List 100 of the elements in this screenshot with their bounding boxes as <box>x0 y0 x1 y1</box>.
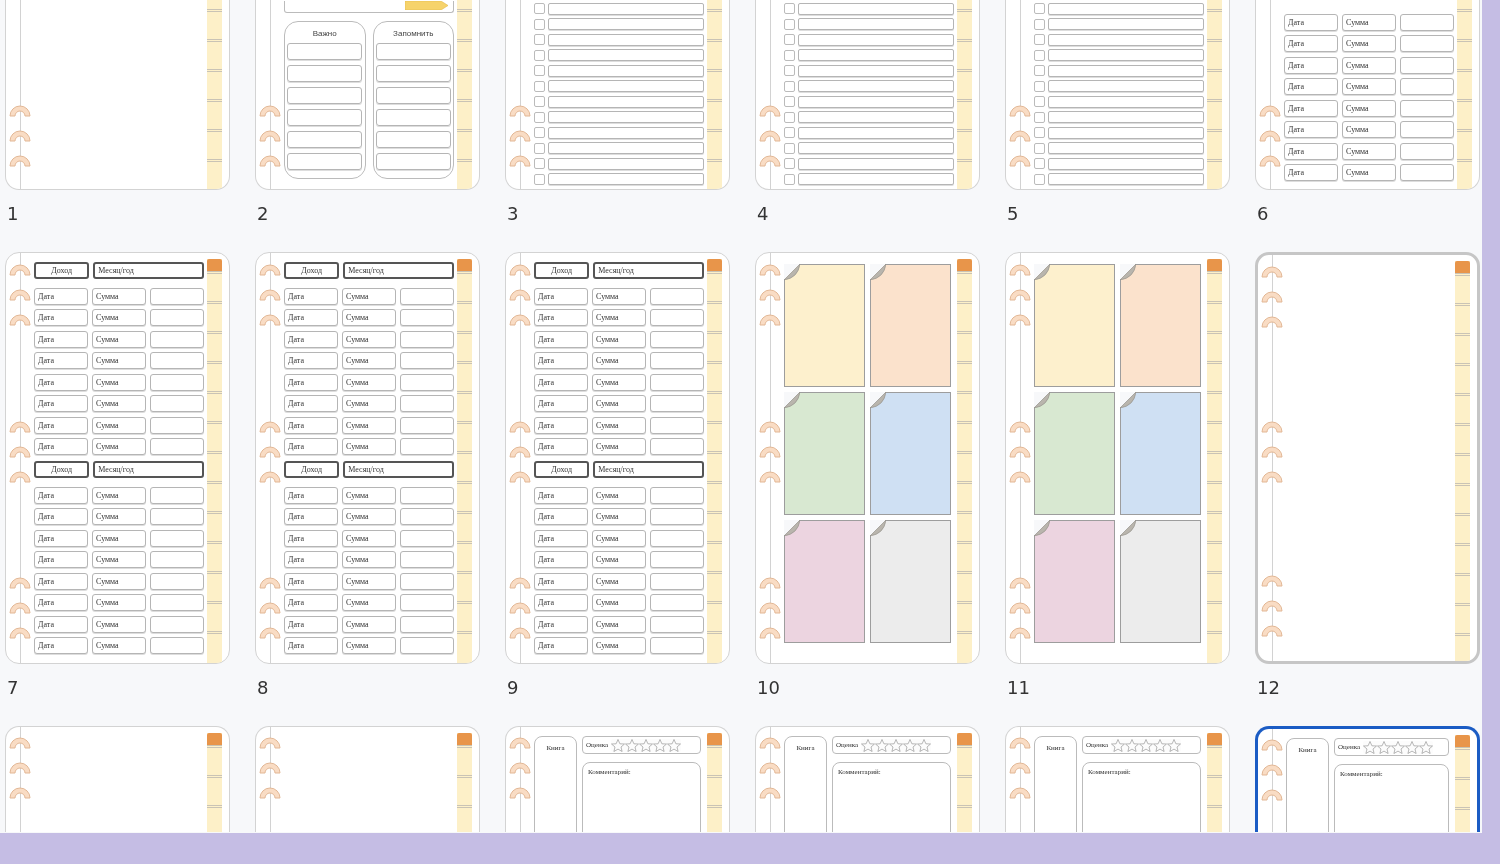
table-cell: Дата <box>34 529 88 547</box>
binder-ring-icon <box>509 128 531 142</box>
binder-ring-icon <box>1259 153 1281 167</box>
header-cell: Месяц/год <box>593 262 704 279</box>
slide-thumbnail[interactable] <box>755 0 980 190</box>
star-icon <box>1125 738 1140 752</box>
input-box <box>150 352 204 369</box>
table-cell: Сумма <box>592 529 646 547</box>
table-cell: Дата <box>284 572 338 590</box>
table-cell: Сумма <box>1342 35 1396 52</box>
input-box <box>400 395 454 412</box>
table-cell: Сумма <box>342 416 396 434</box>
folded-corner-icon <box>1120 520 1136 536</box>
table-cell: Дата <box>284 373 338 391</box>
binder-ring-icon <box>759 418 781 433</box>
star-icon <box>1405 740 1420 754</box>
slide-thumbnail[interactable] <box>255 252 480 664</box>
slide-thumbnail[interactable] <box>1005 0 1230 190</box>
binder-ring-icon <box>1261 573 1283 587</box>
table-cell: Дата <box>534 615 588 633</box>
slide-number: 1 <box>7 203 19 224</box>
slide-thumbnail[interactable] <box>5 252 230 664</box>
table-cell: Дата <box>284 551 338 568</box>
binder-ring-icon <box>259 128 281 142</box>
input-box <box>400 287 454 305</box>
binder-ring-icon <box>1261 787 1283 801</box>
binder-ring-icon <box>9 735 31 749</box>
star-icon <box>1111 738 1126 752</box>
table-cell: Сумма <box>592 416 646 434</box>
table-cell: Дата <box>284 352 338 369</box>
input-box <box>650 416 704 434</box>
input-box <box>400 330 454 348</box>
binder-ring-icon <box>1009 625 1031 639</box>
slide-thumbnail[interactable] <box>255 726 480 832</box>
star-icon <box>611 738 626 752</box>
table-cell: Сумма <box>592 330 646 348</box>
table-cell: Дата <box>34 551 88 568</box>
table-cell: Дата <box>534 551 588 568</box>
input-box <box>1400 78 1454 95</box>
slide-thumbnail[interactable] <box>505 0 730 190</box>
table-cell: Дата <box>534 352 588 369</box>
input-box <box>650 330 704 348</box>
star-icon <box>1153 738 1168 752</box>
binder-ring-icon <box>1259 103 1281 117</box>
input-box <box>400 551 454 568</box>
slide-thumbnail[interactable] <box>1255 252 1480 664</box>
table-cell: Дата <box>34 594 88 611</box>
slide-thumbnail[interactable] <box>1005 252 1230 664</box>
input-box <box>150 373 204 391</box>
binder-ring-icon <box>259 103 281 117</box>
binder-ring-icon <box>1261 737 1283 751</box>
table-cell: Сумма <box>1342 121 1396 138</box>
folded-corner-icon <box>1120 264 1136 280</box>
folded-corner-icon <box>784 392 800 408</box>
input-box <box>400 373 454 391</box>
slide-thumbnail[interactable]: Дата Сумма Дата Сумма Дата Сумма Дата Сумма Дата Сумма Дата Сумма Дата Сумма Дата Сумма <box>1255 0 1480 190</box>
input-box <box>650 529 704 547</box>
binder-ring-icon <box>1261 418 1283 433</box>
table-cell: Сумма <box>592 373 646 391</box>
binder-ring-icon <box>759 103 781 117</box>
table-cell: Сумма <box>592 352 646 369</box>
binder-ring-icon <box>1009 735 1031 749</box>
folded-corner-icon <box>784 264 800 280</box>
table-cell: Сумма <box>592 486 646 504</box>
table-cell: Сумма <box>342 373 396 391</box>
binder-ring-icon <box>259 312 281 326</box>
binder-ring-icon <box>9 287 31 301</box>
input-box <box>400 572 454 590</box>
slide-thumbnail[interactable]: Важно Запомнить <box>255 0 480 190</box>
binder-ring-icon <box>509 287 531 301</box>
input-box <box>650 615 704 633</box>
binder-ring-icon <box>9 625 31 639</box>
binder-ring-icon <box>1261 598 1283 612</box>
table-cell: Дата <box>1284 164 1338 181</box>
slide-thumbnail[interactable] <box>755 252 980 664</box>
header-cell: Доход <box>534 461 590 478</box>
slide-thumbnail[interactable] <box>5 0 230 190</box>
binder-ring-icon <box>1009 760 1031 774</box>
header-cell: Месяц/год <box>93 461 204 478</box>
input-box <box>400 486 454 504</box>
input-box <box>650 594 704 611</box>
table-cell: Сумма <box>92 529 146 547</box>
folded-corner-icon <box>870 264 886 280</box>
input-box <box>150 594 204 611</box>
binder-ring-icon <box>759 468 781 483</box>
star-icon <box>917 738 932 752</box>
table-cell: Дата <box>534 416 588 434</box>
input-box <box>150 287 204 305</box>
table-cell: Дата <box>34 416 88 434</box>
binder-ring-icon <box>1009 443 1031 458</box>
slide-thumbnail[interactable] <box>5 726 230 832</box>
star-icon <box>903 738 918 752</box>
slide-thumbnail[interactable] <box>505 252 730 664</box>
star-icon <box>1391 740 1406 754</box>
table-cell: Сумма <box>92 309 146 326</box>
binder-ring-icon <box>759 600 781 614</box>
table-cell: Дата <box>34 438 88 455</box>
input-box <box>150 309 204 326</box>
binder-ring-icon <box>759 575 781 589</box>
header-cell: Доход <box>34 461 90 478</box>
